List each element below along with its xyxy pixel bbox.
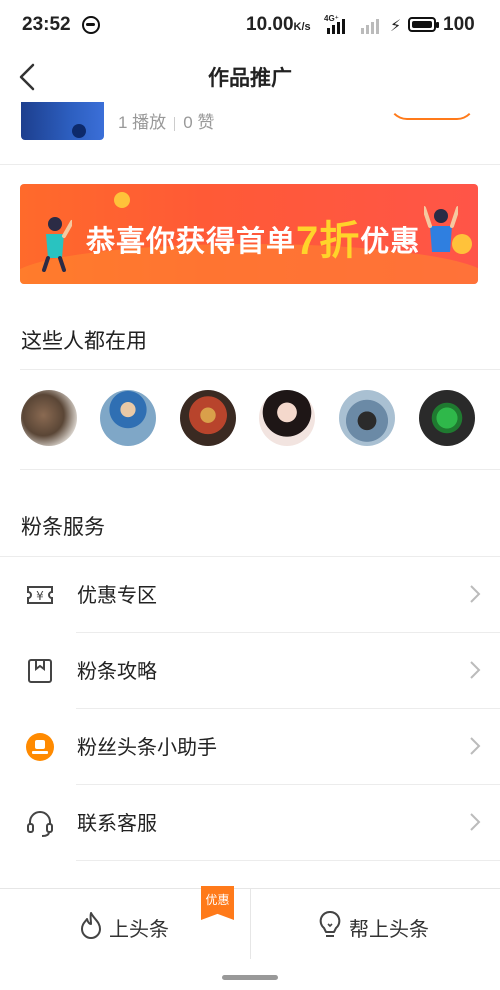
chevron-right-icon [470,813,481,831]
coupon-icon: ¥ [27,586,53,604]
network-speed: 10.00K/s [246,14,311,35]
menu-item-discount-zone[interactable]: ¥ 优惠专区 [0,556,500,632]
avatar[interactable] [21,390,77,446]
menu-label: 粉丝头条小助手 [77,737,217,759]
battery-level: 100 [443,14,475,35]
home-indicator[interactable] [222,975,278,980]
chevron-right-icon [470,661,481,679]
signal-strength-icon [325,18,349,34]
previous-video-item[interactable]: 1 播放 0 赞 [0,102,500,165]
status-bar: 23:52 10.00K/s 4G⁺ ⚡ 100 [0,0,500,52]
cheering-person-left-icon [42,217,72,272]
promote-button[interactable] [388,102,476,120]
menu-item-customer-service[interactable]: 联系客服 [0,784,500,860]
svg-text:¥: ¥ [36,589,44,603]
menu-label: 优惠专区 [77,585,157,607]
like-count: 0 赞 [183,113,215,132]
charging-icon: ⚡ [390,18,402,35]
banner-text: 恭喜你获得首单7折优惠 [86,219,421,263]
help-headline-label: 帮上头条 [349,919,429,941]
chevron-right-icon [470,737,481,755]
go-headline-label: 上头条 [109,919,169,941]
headset-icon [27,811,53,837]
lightbulb-icon [319,910,341,937]
menu-item-fans-assistant[interactable]: 粉丝头条小助手 [0,708,500,784]
bottom-action-bar: 上头条 优惠 帮上头条 [0,886,500,959]
menu-label: 粉条攻略 [77,661,157,683]
battery-icon [408,17,439,32]
play-count: 1 播放 [118,113,167,132]
avatar[interactable] [259,390,315,446]
fans-headline-logo-icon [26,733,54,761]
help-headline-button[interactable]: 帮上头条 [251,889,500,959]
avatar[interactable] [339,390,395,446]
menu-label: 联系客服 [77,813,157,835]
page-title: 作品推广 [208,67,292,90]
discount-banner[interactable]: 恭喜你获得首单7折优惠 [20,184,478,284]
video-stats: 1 播放 0 赞 [118,108,214,133]
avatar[interactable] [180,390,236,446]
nav-bar: 作品推广 [0,52,500,102]
do-not-disturb-icon [82,16,100,34]
service-section-title: 粉条服务 [21,516,105,539]
menu-item-strategy[interactable]: 粉条攻略 [0,632,500,708]
users-section-title: 这些人都在用 [21,330,147,353]
avatar[interactable] [419,390,475,446]
flame-icon [81,912,101,939]
avatar[interactable] [100,390,156,446]
chevron-right-icon [470,585,481,603]
cheering-person-right-icon [424,206,458,252]
bookmark-icon [28,659,52,683]
signal-strength-icon-secondary [359,18,383,34]
video-thumbnail[interactable] [21,102,104,140]
status-time: 23:52 [22,14,71,35]
